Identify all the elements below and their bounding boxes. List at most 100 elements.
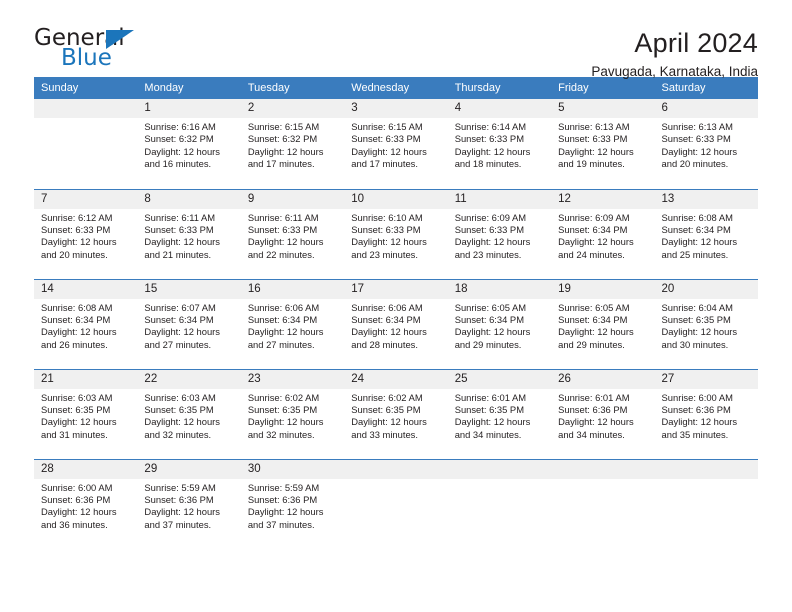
- sunset-time: Sunset: 6:33 PM: [558, 133, 628, 145]
- calendar-day-cell[interactable]: [344, 458, 448, 549]
- calendar-day-cell[interactable]: 12 Sunrise: 6:09 AM Sunset: 6:34 PM Dayligh…: [551, 188, 655, 279]
- day-sun-info: Sunrise: 6:07 AM Sunset: 6:34 PM Daylight:…: [137, 299, 240, 352]
- calendar-day-cell[interactable]: 24 Sunrise: 6:02 AM Sunset: 6:35 PM Dayligh…: [344, 368, 448, 459]
- calendar-day-cell[interactable]: 8 Sunrise: 6:11 AM Sunset: 6:33 PM Daylight…: [137, 188, 241, 279]
- daylight-duration-line2: and 17 minutes.: [351, 158, 418, 170]
- calendar-day-cell[interactable]: 22 Sunrise: 6:03 AM Sunset: 6:35 PM Dayligh…: [137, 368, 241, 459]
- daylight-duration-line1: Daylight: 12 hours: [41, 326, 117, 338]
- day-number: [551, 459, 655, 479]
- day-sun-info: Sunrise: 6:11 AM Sunset: 6:33 PM Daylight:…: [137, 209, 240, 262]
- calendar-day-cell[interactable]: 26 Sunrise: 6:01 AM Sunset: 6:36 PM Dayligh…: [551, 368, 655, 459]
- sunset-time: Sunset: 6:36 PM: [41, 493, 111, 505]
- calendar-day-cell[interactable]: 6 Sunrise: 6:13 AM Sunset: 6:33 PM Daylight…: [654, 99, 758, 189]
- day-sun-info: Sunrise: 6:13 AM Sunset: 6:33 PM Daylight:…: [655, 118, 758, 171]
- calendar-day-cell[interactable]: 23 Sunrise: 6:02 AM Sunset: 6:35 PM Dayligh…: [240, 368, 345, 459]
- day-number: 7: [34, 189, 138, 209]
- daylight-duration-line1: Daylight: 12 hours: [661, 236, 738, 248]
- sunset-time: Sunset: 6:35 PM: [351, 403, 421, 415]
- calendar-day-cell[interactable]: 21 Sunrise: 6:03 AM Sunset: 6:35 PM Dayligh…: [34, 368, 138, 459]
- day-number: 29: [137, 459, 241, 479]
- sunset-time: Sunset: 6:33 PM: [144, 223, 214, 235]
- daylight-duration-line2: and 25 minutes.: [661, 248, 729, 260]
- daylight-duration-line2: and 24 minutes.: [558, 248, 625, 260]
- sunset-time: Sunset: 6:35 PM: [247, 403, 318, 415]
- day-number: [654, 459, 758, 479]
- daylight-duration-line2: and 34 minutes.: [454, 428, 522, 440]
- calendar-day-cell[interactable]: 18 Sunrise: 6:05 AM Sunset: 6:34 PM Dayligh…: [447, 278, 552, 369]
- calendar-day-cell[interactable]: 20 Sunrise: 6:04 AM Sunset: 6:35 PM Dayligh…: [654, 278, 758, 369]
- calendar-week-row: 21 Sunrise: 6:03 AM Sunset: 6:35 PM Dayligh…: [34, 368, 758, 459]
- sunset-time: Sunset: 6:33 PM: [41, 223, 111, 235]
- day-number: 4: [447, 99, 552, 118]
- calendar-day-cell[interactable]: 29 Sunrise: 5:59 AM Sunset: 6:36 PM Dayligh…: [137, 458, 241, 549]
- day-number: 5: [551, 99, 655, 118]
- day-sun-info: Sunrise: 6:15 AM Sunset: 6:32 PM Daylight:…: [241, 118, 344, 171]
- calendar-day-cell[interactable]: 9 Sunrise: 6:11 AM Sunset: 6:33 PM Daylight…: [240, 188, 345, 279]
- day-number: 24: [344, 369, 448, 389]
- sunrise-time: Sunrise: 5:59 AM: [144, 481, 216, 493]
- day-sun-info: Sunrise: 6:05 AM Sunset: 6:34 PM Daylight:…: [448, 299, 551, 352]
- calendar-day-cell[interactable]: 3 Sunrise: 6:15 AM Sunset: 6:33 PM Daylight…: [344, 99, 448, 189]
- calendar-day-cell[interactable]: 14 Sunrise: 6:08 AM Sunset: 6:34 PM Dayligh…: [34, 278, 138, 369]
- daylight-duration-line2: and 31 minutes.: [41, 428, 108, 440]
- day-number: 22: [137, 369, 241, 389]
- calendar-day-cell[interactable]: 27 Sunrise: 6:00 AM Sunset: 6:36 PM Dayligh…: [654, 368, 758, 459]
- calendar-day-cell[interactable]: 1 Sunrise: 6:16 AM Sunset: 6:32 PM Daylight…: [137, 99, 241, 189]
- calendar-day-cell[interactable]: 7 Sunrise: 6:12 AM Sunset: 6:33 PM Daylight…: [34, 188, 138, 279]
- sunrise-sunset-calendar-table: Sunday Monday Tuesday Wednesday Thursday…: [34, 77, 758, 549]
- day-number: 12: [551, 189, 655, 209]
- calendar-day-cell[interactable]: 17 Sunrise: 6:06 AM Sunset: 6:34 PM Dayligh…: [344, 278, 448, 369]
- daylight-duration-line2: and 17 minutes.: [247, 158, 315, 170]
- calendar-day-cell[interactable]: [34, 99, 138, 189]
- daylight-duration-line1: Daylight: 12 hours: [558, 236, 634, 248]
- day-sun-info: Sunrise: 6:06 AM Sunset: 6:34 PM Daylight:…: [344, 299, 447, 352]
- daylight-duration-line2: and 27 minutes.: [247, 338, 315, 350]
- daylight-duration-line1: Daylight: 12 hours: [41, 236, 117, 248]
- day-number: 14: [34, 279, 138, 299]
- sunrise-time: Sunrise: 6:04 AM: [661, 301, 733, 313]
- daylight-duration-line2: and 32 minutes.: [247, 428, 315, 440]
- sunset-time: Sunset: 6:35 PM: [41, 403, 111, 415]
- sunset-time: Sunset: 6:34 PM: [144, 313, 214, 325]
- sunset-time: Sunset: 6:36 PM: [144, 493, 214, 505]
- daylight-duration-line1: Daylight: 12 hours: [247, 236, 324, 248]
- day-number: 28: [34, 459, 138, 479]
- calendar-day-cell[interactable]: 28 Sunrise: 6:00 AM Sunset: 6:36 PM Dayligh…: [34, 458, 138, 549]
- sunset-time: Sunset: 6:34 PM: [247, 313, 318, 325]
- calendar-day-cell[interactable]: [447, 458, 552, 549]
- day-sun-info: Sunrise: 6:13 AM Sunset: 6:33 PM Daylight:…: [551, 118, 654, 171]
- day-number: 2: [240, 99, 345, 118]
- calendar-day-cell[interactable]: 15 Sunrise: 6:07 AM Sunset: 6:34 PM Dayligh…: [137, 278, 241, 369]
- calendar-day-cell[interactable]: 2 Sunrise: 6:15 AM Sunset: 6:32 PM Daylight…: [240, 99, 345, 189]
- daylight-duration-line2: and 36 minutes.: [41, 518, 108, 530]
- calendar-day-cell[interactable]: 19 Sunrise: 6:05 AM Sunset: 6:34 PM Dayligh…: [551, 278, 655, 369]
- weekday-header-monday: Monday: [137, 77, 241, 99]
- daylight-duration-line1: Daylight: 12 hours: [247, 326, 324, 338]
- daylight-duration-line2: and 23 minutes.: [454, 248, 522, 260]
- sunrise-time: Sunrise: 6:03 AM: [144, 391, 216, 403]
- calendar-day-cell[interactable]: 30 Sunrise: 5:59 AM Sunset: 6:36 PM Dayligh…: [240, 458, 345, 549]
- daylight-duration-line1: Daylight: 12 hours: [454, 145, 531, 157]
- daylight-duration-line1: Daylight: 12 hours: [144, 506, 220, 518]
- daylight-duration-line2: and 22 minutes.: [247, 248, 315, 260]
- calendar-day-cell[interactable]: [551, 458, 655, 549]
- calendar-day-cell[interactable]: 25 Sunrise: 6:01 AM Sunset: 6:35 PM Dayligh…: [447, 368, 552, 459]
- calendar-day-cell[interactable]: 10 Sunrise: 6:10 AM Sunset: 6:33 PM Dayligh…: [344, 188, 448, 279]
- calendar-day-cell[interactable]: 4 Sunrise: 6:14 AM Sunset: 6:33 PM Daylight…: [447, 99, 552, 189]
- calendar-day-cell[interactable]: [654, 458, 758, 549]
- sunrise-time: Sunrise: 6:02 AM: [351, 391, 423, 403]
- calendar-page: General Blue April 2024 Pavugada, Karnat…: [0, 0, 792, 612]
- sunrise-time: Sunrise: 6:09 AM: [454, 211, 527, 223]
- sunset-time: Sunset: 6:33 PM: [351, 133, 421, 145]
- day-sun-info: Sunrise: 6:12 AM Sunset: 6:33 PM Daylight:…: [34, 209, 137, 262]
- generalblue-logo: General Blue: [34, 27, 164, 77]
- calendar-day-cell[interactable]: 13 Sunrise: 6:08 AM Sunset: 6:34 PM Dayligh…: [654, 188, 758, 279]
- day-number: 6: [654, 99, 758, 118]
- calendar-day-cell[interactable]: 5 Sunrise: 6:13 AM Sunset: 6:33 PM Daylight…: [551, 99, 655, 189]
- daylight-duration-line1: Daylight: 12 hours: [144, 236, 220, 248]
- calendar-day-cell[interactable]: 11 Sunrise: 6:09 AM Sunset: 6:33 PM Dayligh…: [447, 188, 552, 279]
- daylight-duration-line1: Daylight: 12 hours: [144, 145, 220, 157]
- sunset-time: Sunset: 6:34 PM: [558, 313, 628, 325]
- day-number: 27: [654, 369, 758, 389]
- calendar-day-cell[interactable]: 16 Sunrise: 6:06 AM Sunset: 6:34 PM Dayligh…: [240, 278, 345, 369]
